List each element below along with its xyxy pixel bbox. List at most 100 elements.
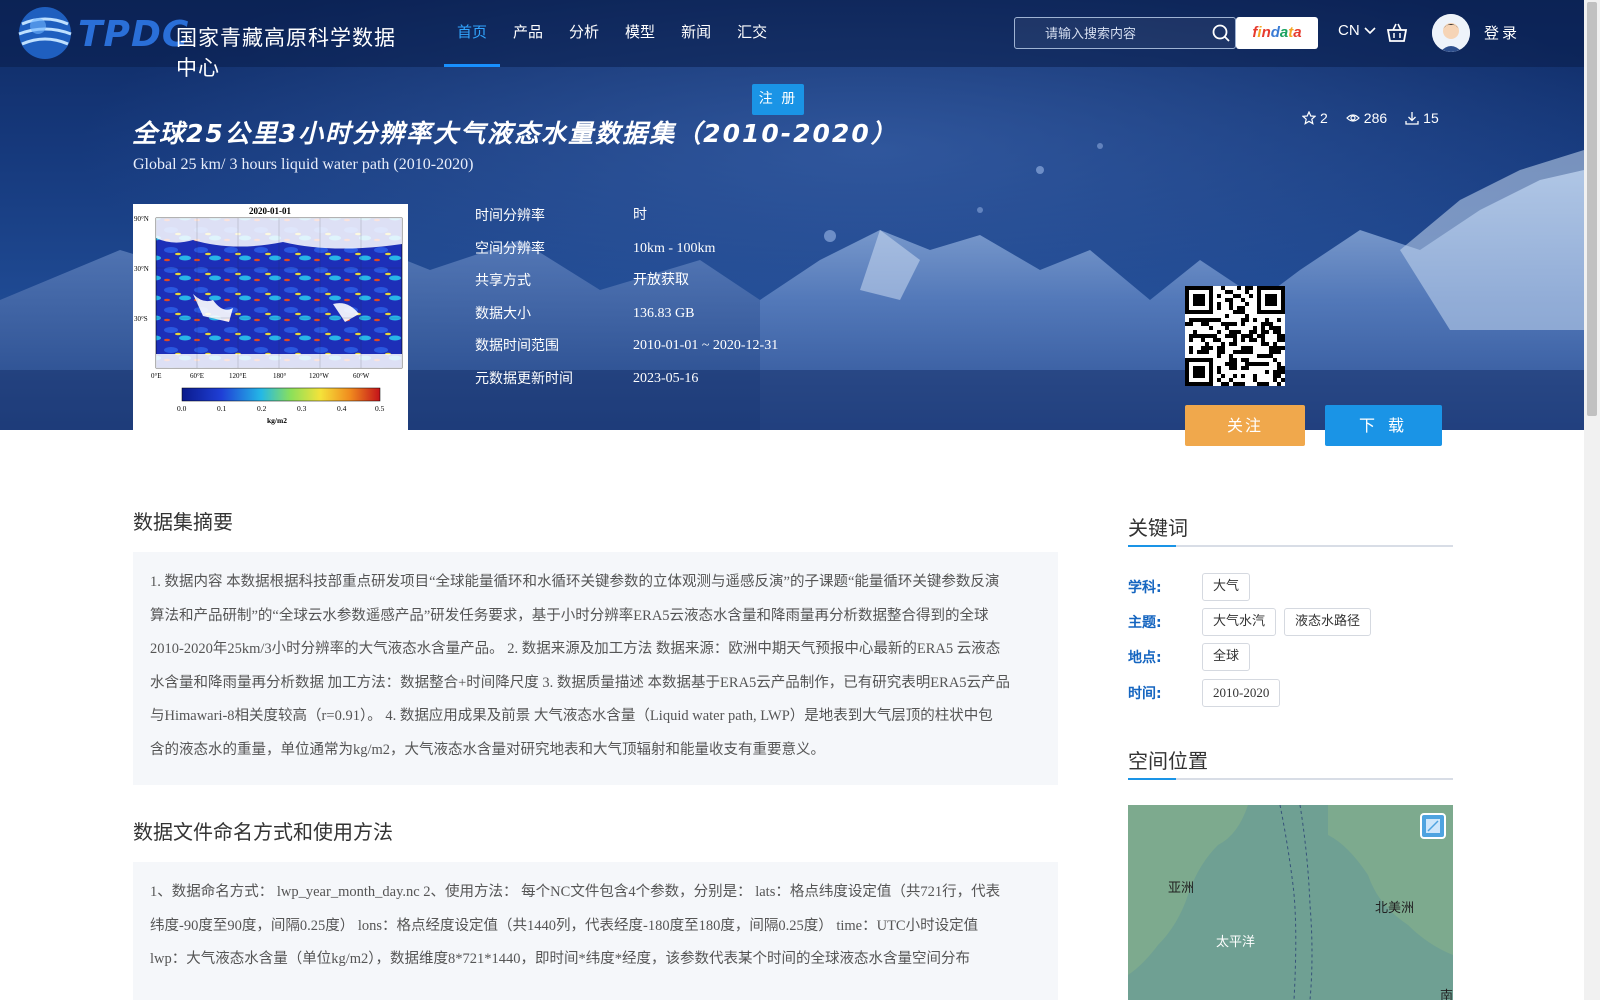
thumb-colorbar-tick: 0.5 (375, 404, 385, 413)
text-line: 1. 数据内容 本数据根据科技部重点研发项目“全球能量循环和水循环关键参数的立体… (150, 574, 1000, 590)
metadata-value: 2023-05-16 (633, 370, 699, 386)
spatial-divider (1128, 778, 1453, 780)
thumb-lon-label: 120°W (309, 372, 329, 380)
text-line: 含的液态水的重量，单位通常为kg/m2，大气液态水含量对研究地表和大气顶辐射和能… (150, 741, 826, 758)
chevron-down-icon (1364, 27, 1376, 35)
metadata-label: 空间分辨率 (475, 240, 545, 257)
download-icon (1405, 112, 1419, 125)
metadata-value: 2010-01-01 ~ 2020-12-31 (633, 338, 779, 353)
spatial-title: 空间位置 (1128, 749, 1208, 773)
keyword-tags: 全球 (1202, 643, 1251, 671)
metadata-label: 共享方式 (475, 273, 531, 289)
keyword-label: 主题: (1128, 615, 1162, 631)
keyword-label: 地点: (1128, 650, 1162, 666)
map-label-south: 南 (1440, 989, 1453, 1000)
metadata-value: 时 (633, 208, 647, 223)
thumb-title: 2020-01-01 (249, 206, 291, 216)
metadata-value: 开放获取 (633, 273, 689, 288)
views-count: 286 (1363, 110, 1388, 126)
top-navbar: TPDC 国家青藏高原科学数据中心 首页产品分析模型新闻汇交 findata C… (0, 0, 1584, 80)
text-line: 纬度-90度至90度，间隔0.25度） lons：格点经度设定值（共1440列，… (150, 917, 979, 934)
qr-code (1185, 286, 1285, 386)
thumb-lat-label: 30°N (134, 265, 149, 273)
keyword-tag[interactable]: 液态水路径 (1284, 608, 1372, 636)
keyword-tag[interactable]: 大气 (1202, 573, 1251, 601)
nav-item[interactable]: 模型 (612, 0, 668, 67)
map-fullscreen-button[interactable] (1420, 813, 1446, 839)
text-line: 算法和产品研制”的“全球云水参数遥感产品”研发任务要求，基于小时分辨率ERA5云… (150, 607, 989, 624)
avatar[interactable] (1432, 14, 1470, 52)
thumb-lon-label: 0°E (151, 372, 162, 380)
search-input[interactable] (1025, 18, 1205, 48)
main-menu: 首页 产品 分析 模型 新闻 汇交 (444, 0, 780, 67)
naming-text: 1、数据命名方式： lwp_year_month_day.nc 2、使用方法： … (133, 862, 1058, 1000)
downloads-stat: 15 (1405, 110, 1439, 126)
thumb-lon-label: 60°E (190, 372, 204, 380)
dataset-title-cn: 全球25公里3小时分辨率大气液态水量数据集（2010-2020） (132, 119, 898, 148)
findata-letter: a (1279, 24, 1289, 41)
text-line: 2010-2020年25km/3小时分辨率的大气液态水含量产品。 2. 数据来源… (150, 641, 1001, 657)
dataset-stats: 2 286 15 (1302, 110, 1439, 126)
globe-logo-icon (18, 7, 72, 59)
thumb-colorbar-tick: 0.2 (257, 404, 267, 413)
dataset-thumbnail[interactable]: 2020-01-01 90°N 30°N 30°S 0°E 60°E 120°E… (133, 204, 408, 432)
keyword-label: 学科: (1128, 580, 1162, 596)
metadata-value: 10km - 100km (633, 240, 716, 256)
search-icon[interactable] (1211, 23, 1231, 43)
nav-item[interactable]: 首页 (444, 0, 501, 67)
findata-letter: a (1293, 24, 1302, 41)
findata-button[interactable]: findata (1236, 17, 1318, 49)
map-label-north-america: 北美洲 (1375, 901, 1415, 916)
user-avatar-icon (1432, 14, 1470, 52)
page-scrollbar[interactable] (1584, 0, 1600, 1000)
downloads-count: 15 (1423, 110, 1439, 126)
logo-name: 国家青藏高原科学数据中心 (176, 26, 396, 80)
keyword-tag[interactable]: 2010-2020 (1202, 679, 1281, 707)
map-label-asia: 亚洲 (1168, 881, 1195, 896)
thumb-colorbar-tick: 0.0 (177, 404, 187, 413)
text-line: 水含量和降雨量再分析数据 加工方法：数据整合+时间降尺度 3. 数据质量描述 本… (150, 674, 1011, 691)
keywords-title: 关键词 (1128, 516, 1188, 540)
download-button[interactable]: 下 载 (1325, 405, 1442, 446)
thumb-lat-label: 90°N (134, 215, 149, 223)
scrollbar-thumb[interactable] (1587, 2, 1597, 416)
nav-item[interactable]: 分析 (556, 0, 612, 67)
qr-code-image (1185, 286, 1285, 386)
keyword-label: 时间: (1128, 686, 1162, 702)
nav-item[interactable]: 新闻 (668, 0, 724, 67)
shopping-basket-icon[interactable] (1386, 22, 1408, 44)
stars-stat[interactable]: 2 (1302, 110, 1328, 126)
search-box (1014, 17, 1236, 49)
nav-item[interactable]: 产品 (500, 0, 556, 67)
text-line: 与Himawari-8相关度较高（r=0.91）。 4. 数据应用成果及前景 大… (150, 708, 993, 724)
language-select[interactable]: CN (1338, 22, 1376, 39)
findata-letter: d (1270, 24, 1280, 41)
stars-count: 2 (1320, 110, 1328, 126)
keywords-divider (1128, 545, 1453, 547)
star-icon (1302, 111, 1316, 125)
metadata-label: 数据时间范围 (475, 338, 559, 354)
site-logo[interactable]: TPDC 国家青藏高原科学数据中心 (16, 4, 396, 80)
keyword-tag[interactable]: 全球 (1202, 643, 1251, 671)
metadata-label: 数据大小 (475, 305, 531, 322)
thumb-lon-label: 60°W (353, 372, 370, 380)
login-link[interactable]: 登录 (1484, 22, 1520, 43)
nav-item[interactable]: 汇交 (724, 0, 780, 67)
spatial-map[interactable]: 亚洲 太平洋 北美洲 南 (1128, 805, 1453, 1000)
follow-button[interactable]: 关注 (1185, 405, 1305, 446)
expand-icon (1426, 819, 1440, 833)
thumb-colorbar-tick: 0.3 (297, 404, 307, 413)
keyword-tags: 大气 (1202, 573, 1251, 601)
thumbnail-image: 2020-01-01 90°N 30°N 30°S 0°E 60°E 120°E… (133, 204, 408, 432)
thumb-lat-label: 30°S (134, 315, 148, 323)
thumb-lon-label: 120°E (229, 372, 247, 380)
thumb-colorbar-tick: 0.1 (217, 404, 227, 413)
findata-letter: n (1261, 24, 1271, 41)
thumb-colorbar-tick: 0.4 (337, 404, 347, 413)
keyword-tag[interactable]: 大气水汽 (1202, 608, 1277, 636)
abstract-text: 1. 数据内容 本数据根据科技部重点研发项目“全球能量循环和水循环关键参数的立体… (133, 552, 1058, 785)
register-button[interactable]: 注 册 (752, 84, 804, 115)
views-stat: 286 (1345, 110, 1388, 126)
metadata-value: 136.83 GB (633, 305, 695, 321)
abstract-title: 数据集摘要 (133, 510, 233, 534)
